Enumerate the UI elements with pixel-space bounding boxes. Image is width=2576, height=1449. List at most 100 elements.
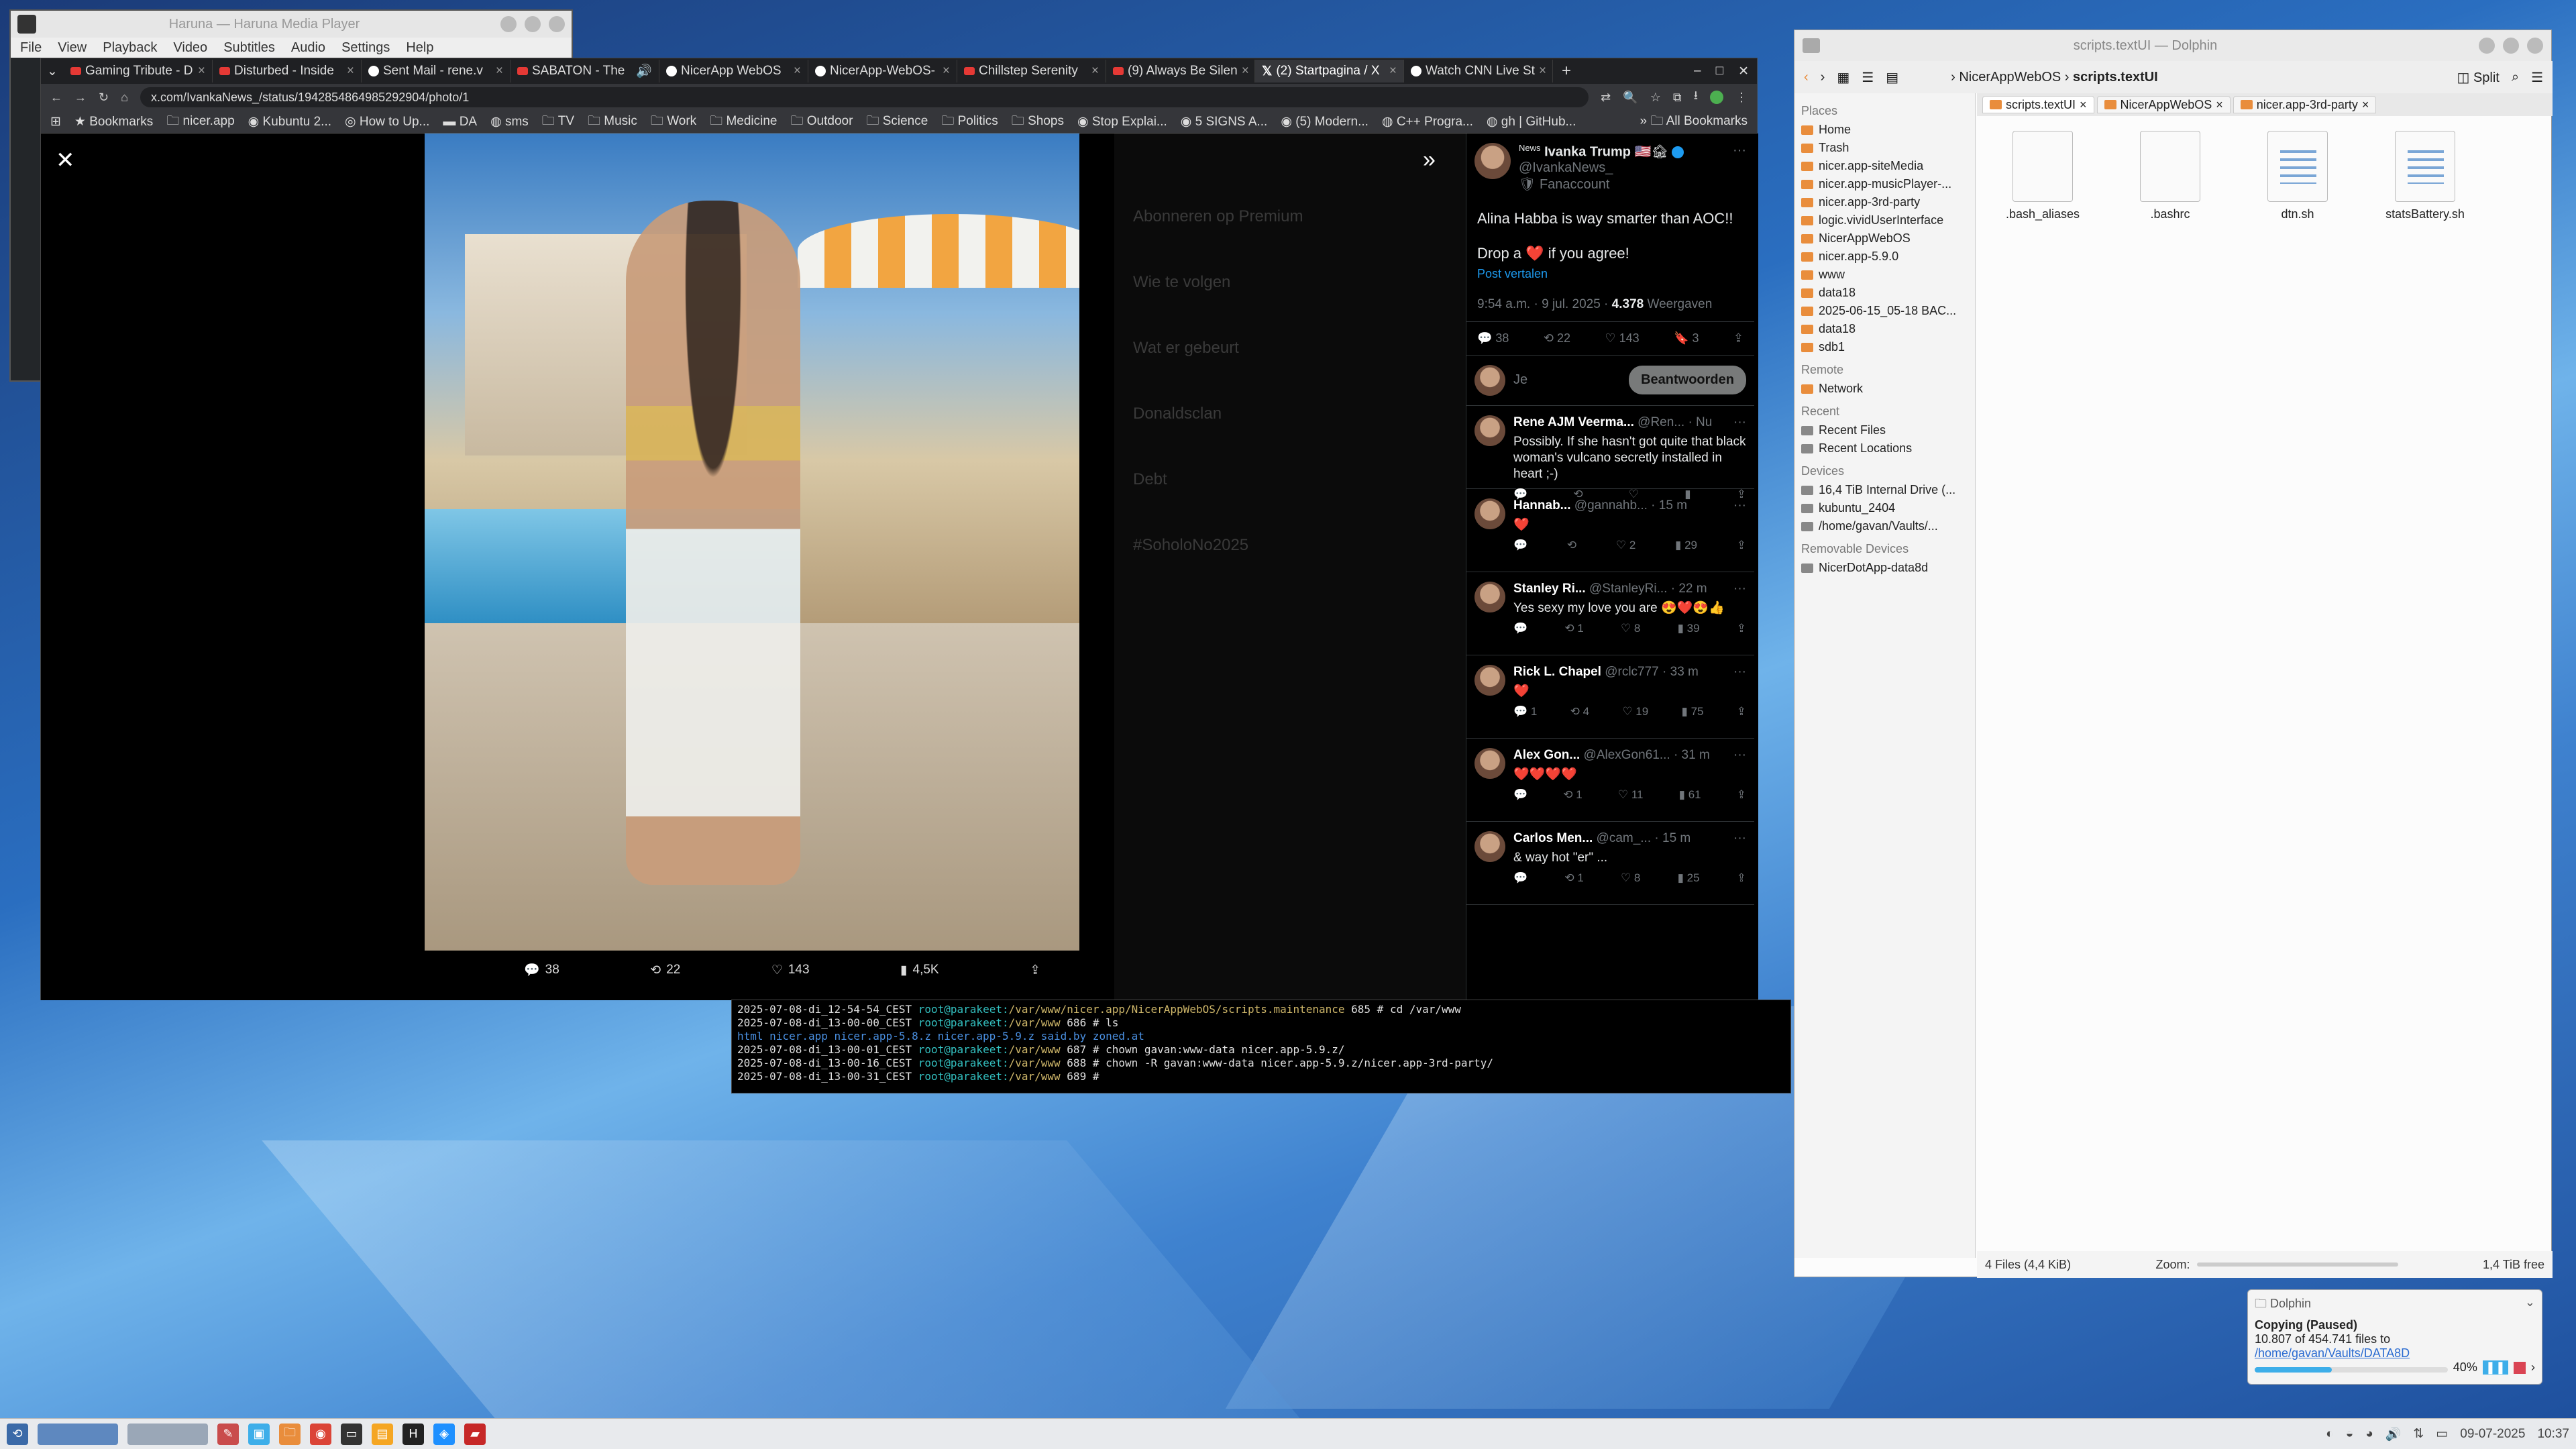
menu-icon[interactable]: ⋮: [1735, 91, 1748, 105]
bookmark-item[interactable]: ★ Bookmarks: [74, 114, 153, 129]
tray-icon[interactable]: ◕: [2365, 1427, 2373, 1442]
bookmark-item[interactable]: 🗀 Shops: [1012, 111, 1064, 133]
close-button[interactable]: [549, 16, 565, 32]
places-item[interactable]: data18: [1801, 284, 1968, 302]
like-action[interactable]: ♡ 143: [771, 962, 810, 978]
avatar[interactable]: [1474, 415, 1505, 446]
share-icon[interactable]: ⇪: [1737, 622, 1746, 635]
close-tab-icon[interactable]: ×: [496, 64, 503, 78]
views-icon[interactable]: ▮ 25: [1678, 871, 1700, 885]
dolphin-tab[interactable]: NicerAppWebOS ×: [2096, 96, 2231, 113]
zoom-slider[interactable]: [2196, 1263, 2398, 1267]
bookmark-item[interactable]: 🗀 Politics: [941, 111, 998, 133]
home-icon[interactable]: ⌂: [121, 91, 128, 105]
translate-link[interactable]: Post vertalen: [1477, 264, 1743, 284]
pager-desktop-2[interactable]: [127, 1423, 208, 1445]
like-icon[interactable]: ♡ 8: [1621, 622, 1640, 635]
details-icon[interactable]: ›: [2531, 1360, 2535, 1375]
share-icon[interactable]: ⇪: [1737, 871, 1746, 885]
close-icon[interactable]: ✕: [1738, 64, 1749, 79]
repost-icon[interactable]: ⟲: [1567, 539, 1576, 552]
search-icon[interactable]: ⌕: [2512, 70, 2519, 85]
share-icon[interactable]: ⇪: [1737, 539, 1746, 552]
places-item[interactable]: www: [1801, 266, 1968, 284]
reply-author[interactable]: Hannab...: [1513, 498, 1571, 513]
download-icon[interactable]: ⭳: [1694, 87, 1698, 107]
reload-icon[interactable]: ↻: [99, 91, 109, 105]
apps-icon[interactable]: ⊞: [50, 114, 61, 129]
bookmark-item[interactable]: ◉ 5 SIGNS A...: [1181, 114, 1268, 129]
reply-author[interactable]: Rick L. Chapel: [1513, 665, 1601, 679]
reply-item[interactable]: Rene AJM Veerma... @Ren... · Nu ··· Possi…: [1466, 406, 1754, 500]
reply-handle[interactable]: @StanleyRi...: [1589, 582, 1667, 596]
places-item[interactable]: nicer.app-3rd-party: [1801, 193, 1968, 211]
dolphin-tab[interactable]: scripts.textUI ×: [1982, 96, 2094, 113]
repost-action[interactable]: ⟲ 22: [650, 962, 680, 978]
close-tab-icon[interactable]: ×: [347, 64, 354, 78]
places-item[interactable]: kubuntu_2404: [1801, 499, 1968, 517]
more-icon[interactable]: ···: [1733, 582, 1746, 596]
close-tab-icon[interactable]: ×: [943, 64, 950, 78]
destination-link[interactable]: /home/gavan/Vaults/DATA8D: [2255, 1346, 2410, 1360]
share-icon[interactable]: ⇪: [1737, 705, 1746, 718]
avatar[interactable]: [1474, 747, 1505, 779]
like-icon[interactable]: ♡ 11: [1618, 788, 1644, 802]
url-field[interactable]: x.com/IvankaNews_/status/194285486498529…: [140, 87, 1589, 107]
menu-help[interactable]: Help: [406, 40, 433, 56]
bookmark-item[interactable]: 🗀 Outdoor: [791, 111, 853, 133]
volume-icon[interactable]: 🔊: [2385, 1426, 2402, 1442]
reply-handle[interactable]: @cam_...: [1597, 831, 1652, 845]
back-icon[interactable]: ‹: [1804, 70, 1809, 85]
replies-stat[interactable]: 💬 38: [1477, 331, 1509, 345]
back-icon[interactable]: ←: [50, 91, 62, 105]
more-icon[interactable]: ···: [1733, 748, 1746, 763]
reply-icon[interactable]: 💬: [1513, 539, 1527, 552]
forward-icon[interactable]: ›: [1821, 70, 1825, 85]
audio-icon[interactable]: 🔊: [636, 63, 652, 79]
tab-list-icon[interactable]: ⌄: [41, 64, 64, 79]
avatar[interactable]: [1474, 143, 1511, 179]
bookmark-item[interactable]: ◉ (5) Modern...: [1281, 114, 1368, 129]
views-action[interactable]: ▮ 4,5K: [900, 962, 939, 978]
places-item[interactable]: 2025-06-15_05-18 BAC...: [1801, 302, 1968, 320]
like-icon[interactable]: ♡ 8: [1621, 871, 1640, 885]
menu-settings[interactable]: Settings: [341, 40, 390, 56]
details-view-icon[interactable]: ▤: [1886, 69, 1898, 86]
bookmark-item[interactable]: ◍ gh | GitHub...: [1487, 114, 1576, 129]
menu-video[interactable]: Video: [173, 40, 207, 56]
tab-github[interactable]: NicerApp-WebOS- ×: [808, 60, 957, 83]
reply-icon[interactable]: 💬: [1513, 622, 1527, 635]
author-name[interactable]: Ivanka Trump: [1544, 145, 1631, 160]
reply-icon[interactable]: 💬: [1513, 871, 1527, 885]
bookmark-item[interactable]: 🗀 Medicine: [710, 111, 777, 133]
expand-panel-icon[interactable]: »: [1423, 147, 1436, 173]
reply-item[interactable]: Stanley Ri... @StanleyRi... · 22 m ··· Ye…: [1466, 572, 1754, 655]
like-icon[interactable]: ♡ 2: [1616, 539, 1635, 552]
tab-disturbed[interactable]: Disturbed - Inside ×: [213, 60, 362, 83]
dolphin-icon[interactable]: 🗀: [279, 1423, 301, 1445]
close-tab-icon[interactable]: ×: [794, 64, 801, 78]
chrome-icon[interactable]: ◉: [310, 1423, 331, 1445]
file-item[interactable]: .bash_aliases: [1996, 131, 2090, 1191]
reply-icon[interactable]: 💬: [1513, 788, 1527, 802]
file-item[interactable]: .bashrc: [2123, 131, 2217, 1191]
haruna-icon[interactable]: H: [402, 1423, 424, 1445]
zoom-icon[interactable]: 🔍: [1623, 91, 1638, 105]
reply-item[interactable]: Carlos Men... @cam_... · 15 m ··· & way h…: [1466, 822, 1754, 905]
reply-handle[interactable]: @AlexGon61...: [1584, 748, 1670, 762]
reply-author[interactable]: Alex Gon...: [1513, 748, 1580, 762]
network-icon[interactable]: ◈: [433, 1423, 455, 1445]
avatar[interactable]: [1474, 498, 1505, 529]
clock-date[interactable]: 09-07-2025: [2460, 1427, 2525, 1442]
breadcrumb-item[interactable]: NicerAppWebOS: [1959, 70, 2061, 85]
reply-author[interactable]: Rene AJM Veerma...: [1513, 415, 1634, 429]
new-tab-button[interactable]: +: [1553, 62, 1580, 80]
tweet-photo[interactable]: [425, 133, 1079, 951]
collapse-icon[interactable]: ⌄: [2525, 1295, 2535, 1316]
bookmark-item[interactable]: ▬ DA: [443, 115, 477, 129]
dolphin-tab[interactable]: nicer.app-3rd-party ×: [2233, 96, 2377, 113]
avatar[interactable]: [1474, 581, 1505, 612]
close-tab-icon[interactable]: ×: [1242, 64, 1249, 78]
bookmark-item[interactable]: 🗀 TV: [542, 111, 574, 133]
author-handle[interactable]: @IvankaNews_: [1519, 160, 1725, 176]
